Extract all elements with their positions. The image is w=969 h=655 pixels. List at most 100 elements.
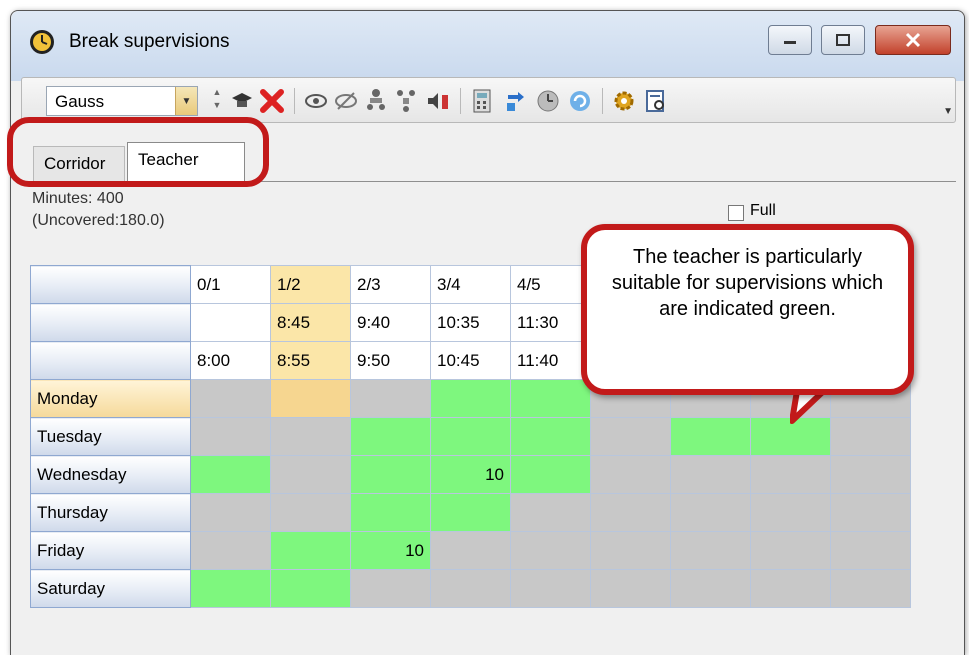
supervision-cell[interactable]	[270, 417, 351, 456]
supervision-cell[interactable]	[190, 455, 271, 494]
teacher-select-value: Gauss	[55, 92, 105, 111]
swap-icon[interactable]	[502, 87, 530, 115]
day-label[interactable]: Tuesday	[30, 417, 191, 456]
supervision-cell[interactable]	[670, 493, 751, 532]
supervision-cell[interactable]	[430, 569, 511, 608]
minimize-button[interactable]	[768, 25, 812, 55]
clock-icon[interactable]	[534, 87, 562, 115]
supervision-cell[interactable]	[350, 569, 431, 608]
supervision-cell[interactable]: 10	[430, 455, 511, 494]
supervision-cell[interactable]	[510, 455, 591, 494]
maximize-button[interactable]	[821, 25, 865, 55]
people-tree-icon[interactable]	[392, 87, 420, 115]
start-time-row-cell: 10:35	[430, 303, 511, 342]
day-label[interactable]: Thursday	[30, 493, 191, 532]
supervision-cell[interactable]	[590, 493, 671, 532]
supervision-cell[interactable]	[830, 569, 911, 608]
gear-icon[interactable]	[610, 87, 638, 115]
period-row-cell: 3/4	[430, 265, 511, 304]
day-label[interactable]: Friday	[30, 531, 191, 570]
supervision-cell[interactable]	[590, 455, 671, 494]
mortarboard-icon[interactable]	[228, 87, 256, 115]
supervision-cell[interactable]	[350, 493, 431, 532]
supervision-cell[interactable]	[190, 493, 271, 532]
end-time-row-cell: 11:40	[510, 341, 591, 380]
supervision-cell[interactable]	[590, 531, 671, 570]
supervision-cell[interactable]	[590, 569, 671, 608]
day-label[interactable]: Monday	[30, 379, 191, 418]
supervision-cell[interactable]	[270, 493, 351, 532]
supervision-cell[interactable]	[190, 531, 271, 570]
supervision-cell[interactable]	[190, 569, 271, 608]
teacher-select[interactable]: Gauss ▼	[46, 86, 198, 116]
supervision-cell[interactable]	[350, 417, 431, 456]
delete-icon[interactable]	[258, 87, 286, 115]
supervision-cell[interactable]	[590, 417, 671, 456]
supervision-cell[interactable]	[510, 569, 591, 608]
period-row-cell: 0/1	[190, 265, 271, 304]
table-row: Wednesday 10	[30, 455, 911, 494]
minutes-info: Minutes: 400 (Uncovered:180.0)	[32, 188, 165, 232]
supervision-cell[interactable]	[270, 569, 351, 608]
title-bar: Break supervisions	[11, 11, 964, 81]
supervision-cell[interactable]	[510, 379, 591, 418]
full-checkbox-label: Full	[750, 202, 776, 219]
end-time-row-cell: 8:00	[190, 341, 271, 380]
supervision-cell[interactable]	[750, 455, 831, 494]
supervision-cell[interactable]	[430, 379, 511, 418]
close-button[interactable]	[875, 25, 951, 55]
day-label[interactable]: Wednesday	[30, 455, 191, 494]
report-icon[interactable]	[642, 87, 670, 115]
start-time-row-rowhead	[30, 303, 191, 342]
supervision-cell[interactable]	[510, 417, 591, 456]
chevron-down-icon[interactable]: ▼	[175, 87, 197, 115]
supervision-cell[interactable]	[830, 531, 911, 570]
full-checkbox[interactable]	[728, 205, 744, 221]
day-label[interactable]: Saturday	[30, 569, 191, 608]
period-row-rowhead	[30, 265, 191, 304]
table-row: Friday 10	[30, 531, 911, 570]
start-time-row-cell	[190, 303, 271, 342]
toolbar-separator	[602, 88, 603, 114]
supervision-cell[interactable]	[430, 493, 511, 532]
supervision-cell[interactable]: 10	[350, 531, 431, 570]
supervision-cell[interactable]	[510, 493, 591, 532]
callout-bubble: The teacher is particularly suitable for…	[581, 224, 914, 395]
supervision-cell[interactable]	[670, 569, 751, 608]
table-row: Tuesday	[30, 417, 911, 456]
table-row: Saturday	[30, 569, 911, 608]
supervision-cell[interactable]	[670, 531, 751, 570]
people-icon[interactable]	[362, 87, 390, 115]
supervision-cell[interactable]	[830, 455, 911, 494]
supervision-cell[interactable]	[430, 531, 511, 570]
end-time-row-cell: 10:45	[430, 341, 511, 380]
supervision-cell[interactable]	[750, 531, 831, 570]
callout-text: The teacher is particularly suitable for…	[611, 246, 884, 320]
refresh-icon[interactable]	[566, 87, 594, 115]
eye-icon[interactable]	[302, 87, 330, 115]
supervision-cell[interactable]	[350, 455, 431, 494]
supervision-cell[interactable]	[350, 379, 431, 418]
supervision-cell[interactable]	[750, 569, 831, 608]
supervision-cell[interactable]	[750, 493, 831, 532]
supervision-cell[interactable]	[430, 417, 511, 456]
minutes-text: Minutes: 400	[32, 190, 124, 207]
calculator-icon[interactable]	[468, 87, 496, 115]
supervision-cell[interactable]	[270, 379, 351, 418]
supervision-cell[interactable]	[670, 455, 751, 494]
supervision-cell[interactable]	[190, 379, 271, 418]
toolbar-overflow-icon[interactable]: ▼	[943, 106, 953, 117]
supervision-cell[interactable]	[670, 417, 751, 456]
supervision-cell[interactable]	[510, 531, 591, 570]
eye-off-icon[interactable]	[332, 87, 360, 115]
minimize-icon	[784, 41, 796, 44]
supervision-cell[interactable]	[270, 531, 351, 570]
supervision-cell[interactable]	[830, 493, 911, 532]
period-row-cell: 4/5	[510, 265, 591, 304]
speaker-icon[interactable]	[424, 87, 452, 115]
close-icon	[905, 32, 921, 48]
spin-arrows-icon[interactable]: ▲ ▼	[210, 86, 224, 116]
supervision-cell[interactable]	[270, 455, 351, 494]
uncovered-text: (Uncovered:180.0)	[32, 212, 165, 229]
supervision-cell[interactable]	[190, 417, 271, 456]
